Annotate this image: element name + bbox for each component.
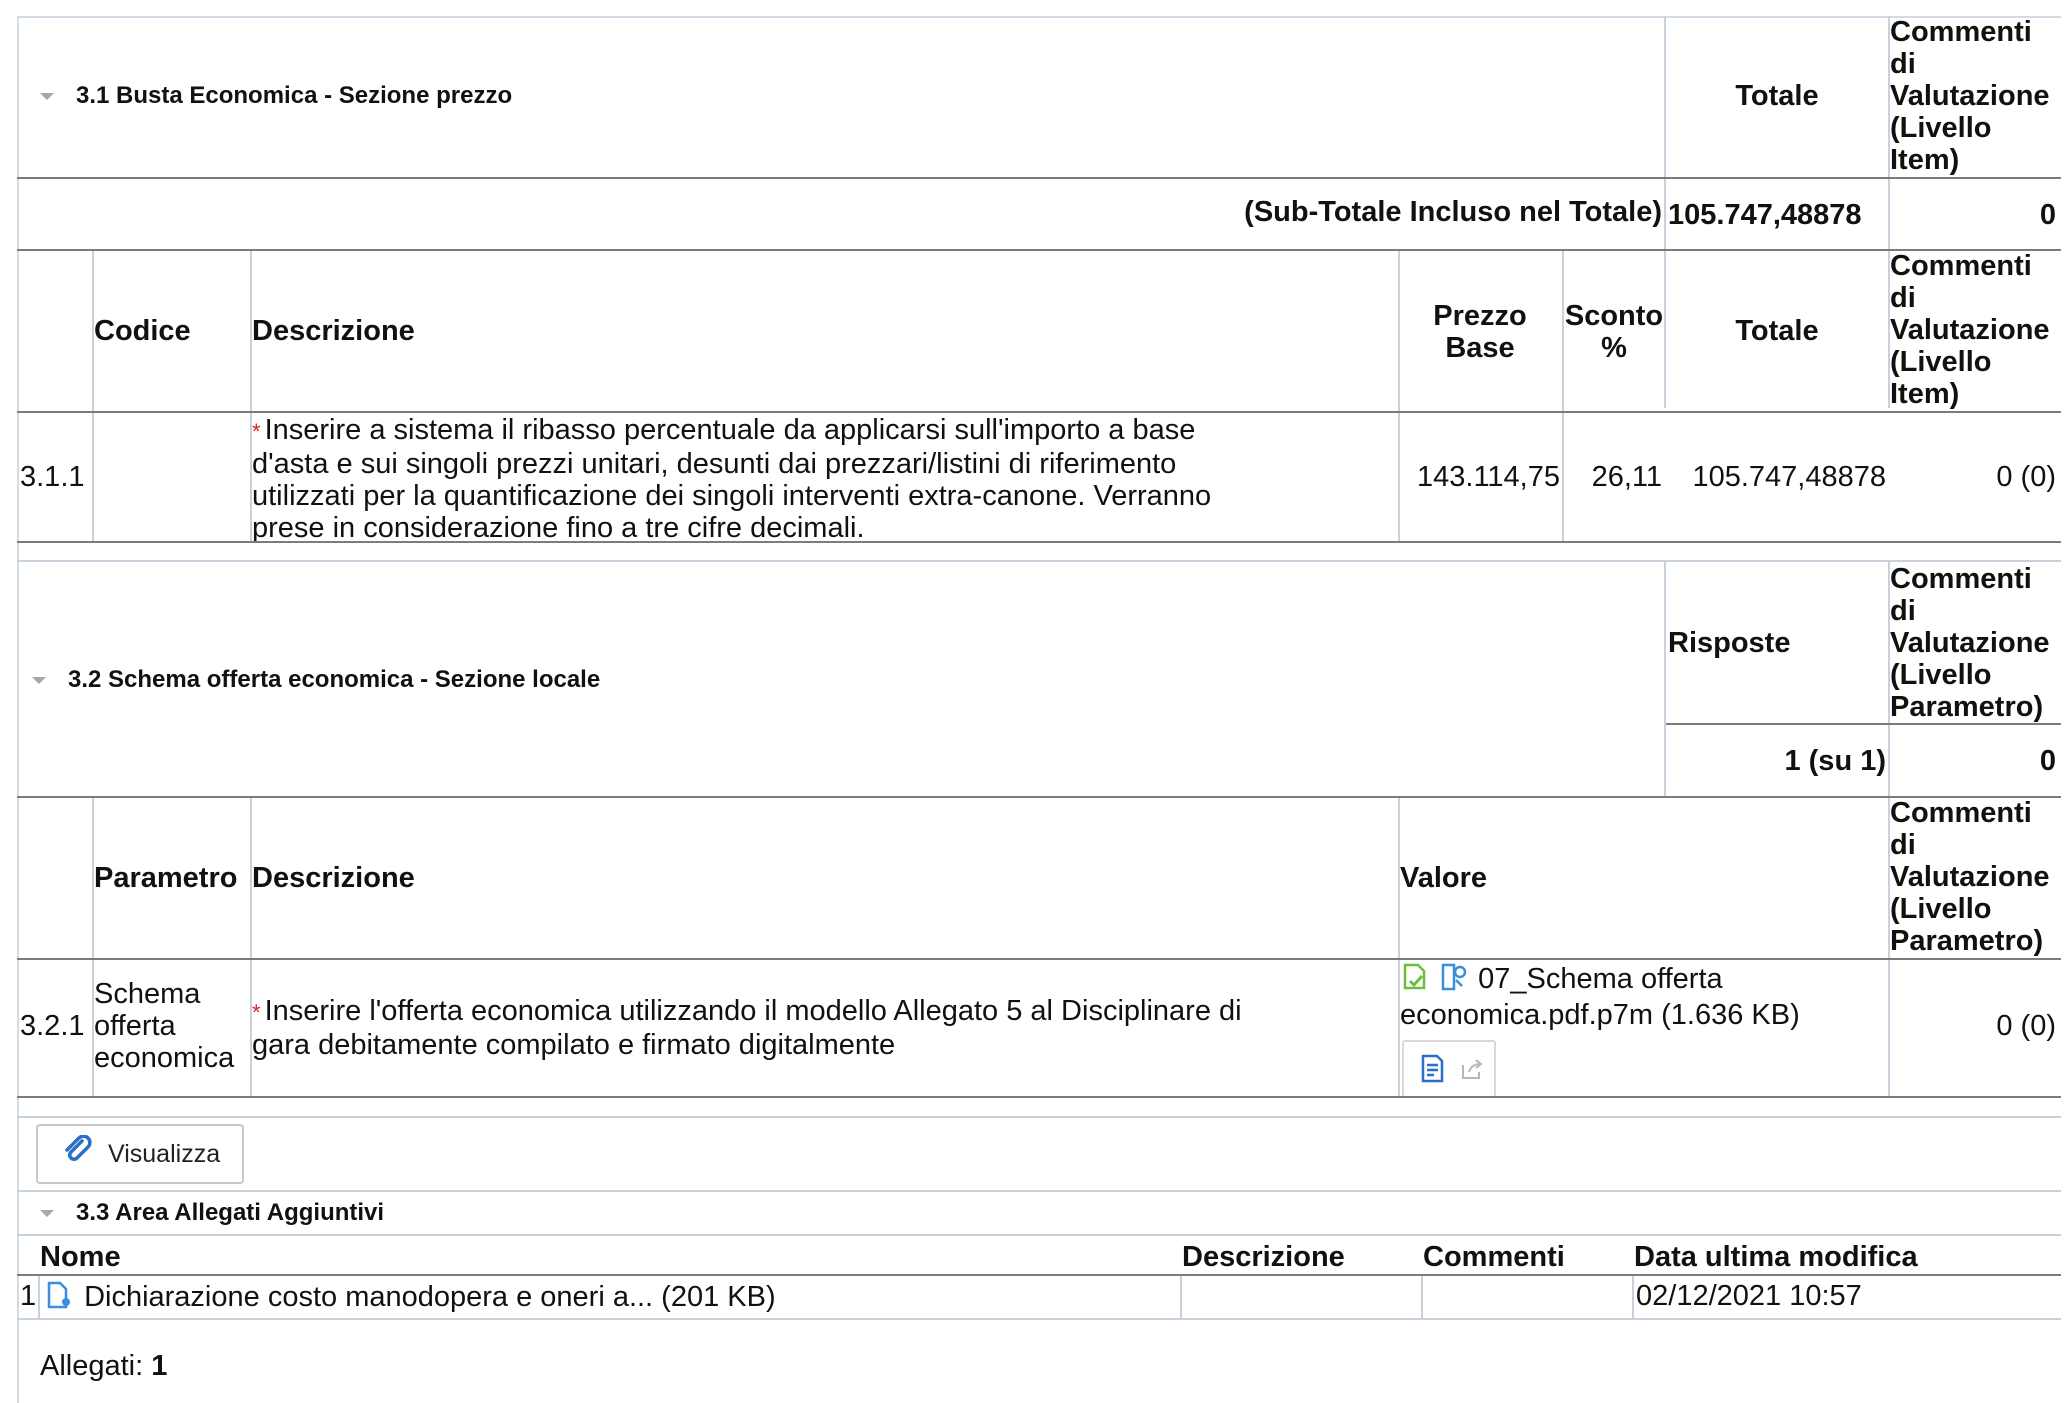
row-totale: 105.747,48878 (1692, 461, 1886, 493)
allegati-count: 1 (151, 1350, 168, 1382)
visualizza-button[interactable]: Visualizza (36, 1124, 244, 1184)
totale-header: Totale (1735, 80, 1819, 112)
col-descrizione-32: Descrizione (252, 862, 415, 894)
risposte-value: 1 (su 1) (1784, 745, 1886, 777)
file-details-icon[interactable] (1418, 1054, 1448, 1092)
file-verify-icon[interactable] (1438, 962, 1470, 999)
row-descrizione: * Inserire a sistema il ribasso percentua… (252, 414, 1212, 544)
subtotal-label: (Sub-Totale Incluso nel Totale) (1244, 196, 1662, 228)
row-prezzo-base: 143.114,75 (1417, 461, 1560, 493)
signed-file-check-icon[interactable] (1400, 962, 1430, 999)
section-3-2-title: 3.2 Schema offerta economica - Sezione l… (68, 666, 601, 693)
col-comments-32: Commenti di Valutazione (Livello Paramet… (1890, 797, 2050, 957)
col-codice: Codice (94, 315, 191, 347)
col-comments-31: Commenti di Valutazione (Livello Item) (1890, 250, 2050, 410)
row-comments: 0 (0) (1996, 461, 2056, 493)
file-actions-box (1402, 1040, 1496, 1098)
risposte-comments: 0 (2039, 745, 2056, 777)
row-32-descrizione: * Inserire l'offerta economica utilizzand… (252, 995, 1242, 1061)
attachment-row[interactable]: Dichiarazione costo manodopera e oneri a… (44, 1280, 776, 1317)
col-totale: Totale (1735, 315, 1819, 347)
row-32-parametro: Schema offerta economica (94, 978, 235, 1074)
col-sconto: Sconto % (1564, 300, 1664, 364)
col-descrizione-33: Descrizione (1182, 1241, 1345, 1273)
subtotal-comments: 0 (2039, 199, 2056, 231)
attachment-date: 02/12/2021 10:57 (1636, 1280, 1862, 1312)
allegati-summary: Allegati: 1 (40, 1350, 168, 1382)
attachment-name[interactable]: Dichiarazione costo manodopera e oneri a… (84, 1281, 776, 1313)
col-prezzo-base: Prezzo Base (1433, 300, 1527, 364)
col-commenti-33: Commenti (1423, 1241, 1565, 1273)
section-3-1-header[interactable]: 3.1 Busta Economica - Sezione prezzo (40, 82, 512, 110)
subtotal-value: 105.747,48878 (1668, 199, 1862, 231)
section-3-2-header[interactable]: 3.2 Schema offerta economica - Sezione l… (32, 666, 600, 694)
collapse-triangle-icon[interactable] (40, 92, 54, 100)
comments-header-31: Commenti di Valutazione (Livello Item) (1890, 16, 2050, 176)
attachment-index: 1 (20, 1280, 37, 1312)
section-3-3-title: 3.3 Area Allegati Aggiuntivi (76, 1199, 385, 1226)
risposte-header: Risposte (1668, 627, 1791, 659)
col-data: Data ultima modifica (1634, 1241, 1918, 1273)
col-parametro: Parametro (94, 862, 238, 894)
visualizza-label: Visualizza (108, 1139, 221, 1168)
section-3-3-header[interactable]: 3.3 Area Allegati Aggiuntivi (40, 1199, 384, 1227)
paperclip-icon (62, 1134, 92, 1173)
required-asterisk-icon: * (252, 1000, 261, 1025)
file-name-line1[interactable]: 07_Schema offerta (1478, 963, 1723, 995)
row-32-valore: 07_Schema offerta economica.pdf.p7m (1.6… (1400, 962, 1886, 1031)
section-3-1-title: 3.1 Busta Economica - Sezione prezzo (76, 82, 513, 109)
file-verify-icon[interactable] (44, 1280, 76, 1317)
row-32-codice: 3.2.1 (20, 1010, 85, 1042)
required-asterisk-icon: * (252, 419, 261, 444)
share-icon[interactable] (1460, 1056, 1484, 1089)
comments-header-32: Commenti di Valutazione (Livello Paramet… (1890, 563, 2050, 723)
col-valore: Valore (1400, 862, 1488, 894)
file-name-line2[interactable]: economica.pdf.p7m (1.636 KB) (1400, 999, 1886, 1031)
row-32-comments: 0 (0) (1996, 1010, 2056, 1042)
row-sconto: 26,11 (1591, 461, 1662, 493)
col-nome: Nome (40, 1241, 121, 1273)
row-codice: 3.1.1 (20, 461, 85, 493)
collapse-triangle-icon[interactable] (32, 676, 46, 684)
col-descrizione: Descrizione (252, 315, 415, 347)
collapse-triangle-icon[interactable] (40, 1209, 54, 1217)
